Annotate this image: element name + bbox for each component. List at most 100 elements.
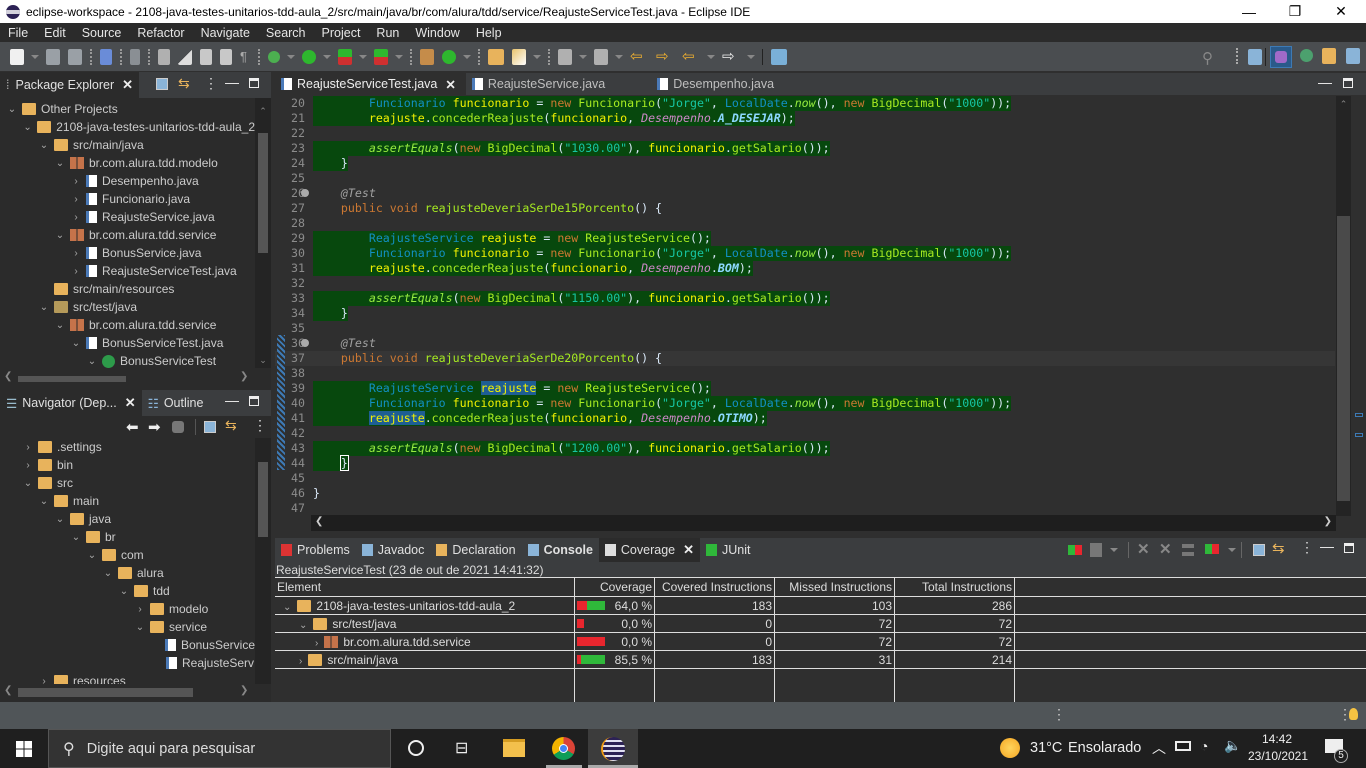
code-line[interactable]: 26 @Test [275, 186, 1335, 201]
select-session-icon[interactable] [1205, 544, 1219, 554]
whitespace-icon[interactable]: ¶ [240, 49, 250, 65]
link-with-selection-icon[interactable]: ⇆ [1272, 539, 1285, 557]
open-type-icon[interactable] [488, 48, 504, 65]
chevron-down-icon[interactable]: ⌄ [86, 550, 98, 561]
chevron-right-icon[interactable]: › [315, 638, 318, 649]
navigator-hscrollbar[interactable]: ❮ ❯ [0, 684, 271, 702]
chevron-down-icon[interactable]: ⌄ [299, 620, 307, 631]
tree-item[interactable]: ⌄ alura [0, 564, 255, 582]
forward-edit-icon[interactable]: ⇨ [656, 48, 674, 65]
code-line[interactable]: 43 assertEquals(new BigDecimal("1200.00"… [275, 441, 1335, 456]
last-edit-location-icon[interactable]: ⇦ [630, 48, 648, 65]
chevron-right-icon[interactable]: › [70, 176, 82, 187]
tab-package-explorer[interactable]: ⁞ Package Explorer ✕ [0, 72, 140, 98]
chevron-right-icon[interactable]: › [134, 604, 146, 615]
tab-desempenho[interactable]: Desempenho.java [651, 73, 784, 95]
weather-temp[interactable]: 31°C [1030, 740, 1062, 756]
collapse-all-icon[interactable] [1253, 544, 1265, 556]
remove-session-icon[interactable]: ✕ [1137, 540, 1150, 558]
show-hidden-icons-icon[interactable]: ︿ [1152, 738, 1166, 758]
package-explorer-scrollbar[interactable]: ⌃ ⌄ [255, 98, 271, 368]
next-annotation-icon[interactable] [558, 48, 572, 65]
run-icon[interactable] [302, 49, 316, 64]
view-menu-icon[interactable]: ⋮ [204, 75, 218, 92]
tree-item[interactable]: BonusService [0, 636, 255, 654]
code-line[interactable]: 25 [275, 171, 1335, 186]
code-area[interactable]: 20 Funcionario funcionario = new Funcion… [275, 96, 1335, 516]
tab-junit[interactable]: JUnit [700, 538, 756, 562]
occurrence-marker[interactable] [1355, 433, 1363, 437]
tree-item[interactable]: ⌄ Other Projects [0, 100, 255, 118]
menu-source[interactable]: Source [74, 26, 130, 40]
tab-reajusteservicetest[interactable]: ReajusteServiceTest.java ✕ [275, 73, 466, 95]
tab-reajusteservice[interactable]: ReajusteService.java [466, 73, 651, 95]
relaunch-coverage-icon[interactable] [1068, 545, 1082, 555]
minimize-button[interactable]: — [1226, 0, 1272, 23]
java-perspective-button[interactable] [1270, 46, 1292, 68]
tree-item[interactable]: ⌄ 2108-java-testes-unitarios-tdd-aula_2 [0, 118, 255, 136]
column-element[interactable]: Element [275, 578, 575, 596]
tree-item[interactable]: ReajusteServ [0, 654, 255, 672]
tab-javadoc[interactable]: Javadoc [356, 538, 431, 562]
maximize-button[interactable]: ❐ [1272, 0, 1318, 23]
new-package-icon[interactable] [420, 48, 434, 65]
close-tab-icon[interactable]: ✕ [445, 77, 455, 92]
view-menu-icon[interactable]: ⋮ [253, 417, 267, 434]
save-icon[interactable] [46, 48, 60, 65]
close-icon[interactable]: ✕ [683, 542, 694, 558]
code-line[interactable]: 27 public void reajusteDeveriaSerDe15Por… [275, 201, 1335, 216]
minimize-editor-icon[interactable]: — [1318, 74, 1332, 90]
code-line[interactable]: 20 Funcionario funcionario = new Funcion… [275, 96, 1335, 111]
chevron-down-icon[interactable]: ⌄ [38, 302, 50, 313]
code-line[interactable]: 28 [275, 216, 1335, 231]
code-line[interactable]: 21 reajuste.concederReajuste(funcionario… [275, 111, 1335, 126]
close-window-button[interactable]: ✕ [1318, 0, 1364, 23]
code-line[interactable]: 46} [275, 486, 1335, 501]
chevron-down-icon[interactable]: ⌄ [54, 230, 66, 241]
menu-refactor[interactable]: Refactor [129, 26, 192, 40]
chevron-down-icon[interactable]: ⌄ [6, 104, 18, 115]
code-line[interactable]: 41 reajuste.concederReajuste(funcionario… [275, 411, 1335, 426]
menu-help[interactable]: Help [468, 26, 510, 40]
tree-item[interactable]: › Funcionario.java [0, 190, 255, 208]
menu-project[interactable]: Project [314, 26, 369, 40]
resource-perspective-icon[interactable] [1322, 48, 1336, 64]
minimize-view-icon[interactable]: — [225, 74, 239, 90]
view-menu-icon[interactable]: ⋮ [1300, 539, 1314, 556]
block-selection-icon[interactable] [200, 48, 212, 65]
chevron-down-icon[interactable]: ⌄ [102, 568, 114, 579]
chevron-down-icon[interactable]: ⌄ [38, 496, 50, 507]
chevron-down-icon[interactable]: ⌄ [38, 140, 50, 151]
chevron-down-icon[interactable]: ⌄ [54, 514, 66, 525]
close-icon[interactable]: ✕ [125, 395, 136, 411]
menu-search[interactable]: Search [258, 26, 314, 40]
code-line[interactable]: 22 [275, 126, 1335, 141]
skip-breakpoints-icon[interactable] [130, 48, 140, 65]
chevron-down-icon[interactable]: ⌄ [134, 622, 146, 633]
tree-item[interactable]: ⌄ br [0, 528, 255, 546]
tree-item[interactable]: › resources [0, 672, 255, 684]
chevron-down-icon[interactable]: ⌄ [54, 320, 66, 331]
code-line[interactable]: 34 } [275, 306, 1335, 321]
code-line[interactable]: 45 [275, 471, 1335, 486]
debug-icon[interactable] [268, 50, 280, 63]
code-line[interactable]: 24 } [275, 156, 1335, 171]
chevron-down-icon[interactable]: ⌄ [118, 586, 130, 597]
terminal-icon[interactable] [100, 48, 112, 65]
battery-icon[interactable] [1175, 741, 1191, 751]
tree-item[interactable]: ⌄ br.com.alura.tdd.service [0, 226, 255, 244]
code-line[interactable]: 31 reajuste.concederReajuste(funcionario… [275, 261, 1335, 276]
tree-item[interactable]: › .settings [0, 438, 255, 456]
chevron-right-icon[interactable]: › [22, 442, 34, 453]
menu-window[interactable]: Window [407, 26, 467, 40]
maximize-editor-icon[interactable] [1343, 78, 1353, 88]
tree-item[interactable]: › Desempenho.java [0, 172, 255, 190]
tree-item[interactable]: ⌄ java [0, 510, 255, 528]
chevron-right-icon[interactable]: › [22, 460, 34, 471]
code-line[interactable]: 39 ReajusteService reajuste = new Reajus… [275, 381, 1335, 396]
code-line[interactable]: 38 [275, 366, 1335, 381]
mark-occurrences-icon[interactable] [158, 48, 170, 65]
forward-icon[interactable]: ➡ [148, 418, 161, 436]
code-line[interactable]: 32 [275, 276, 1335, 291]
code-line[interactable]: 23 assertEquals(new BigDecimal("1030.00"… [275, 141, 1335, 156]
